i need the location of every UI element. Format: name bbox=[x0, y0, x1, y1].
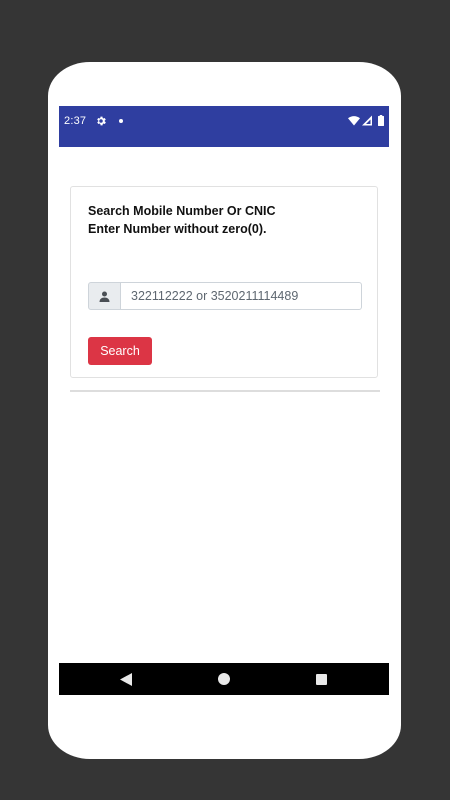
signal-icon bbox=[362, 115, 372, 126]
search-input-group bbox=[88, 282, 363, 310]
battery-icon bbox=[378, 115, 384, 126]
notification-dot-icon bbox=[119, 119, 123, 123]
wifi-icon bbox=[348, 116, 360, 126]
app-screen: 2:37 Search Mobile Number Or CNIC Enter … bbox=[59, 106, 389, 695]
search-title: Search Mobile Number Or CNIC bbox=[88, 204, 276, 218]
divider bbox=[70, 390, 380, 392]
recents-icon[interactable] bbox=[316, 674, 327, 685]
search-input[interactable] bbox=[120, 282, 362, 310]
search-card: Search Mobile Number Or CNIC Enter Numbe… bbox=[70, 186, 378, 378]
back-icon[interactable] bbox=[120, 673, 133, 686]
status-time: 2:37 bbox=[64, 115, 87, 127]
home-icon[interactable] bbox=[218, 673, 230, 685]
search-instructions: Search Mobile Number Or CNIC Enter Numbe… bbox=[88, 202, 368, 238]
search-hint: Enter Number without zero(0). bbox=[88, 222, 267, 236]
navigation-bar bbox=[59, 663, 389, 695]
search-button[interactable]: Search bbox=[88, 337, 152, 365]
status-bar: 2:37 bbox=[59, 106, 389, 147]
settings-icon bbox=[97, 116, 106, 126]
input-addon bbox=[88, 282, 121, 310]
user-icon bbox=[99, 291, 110, 302]
